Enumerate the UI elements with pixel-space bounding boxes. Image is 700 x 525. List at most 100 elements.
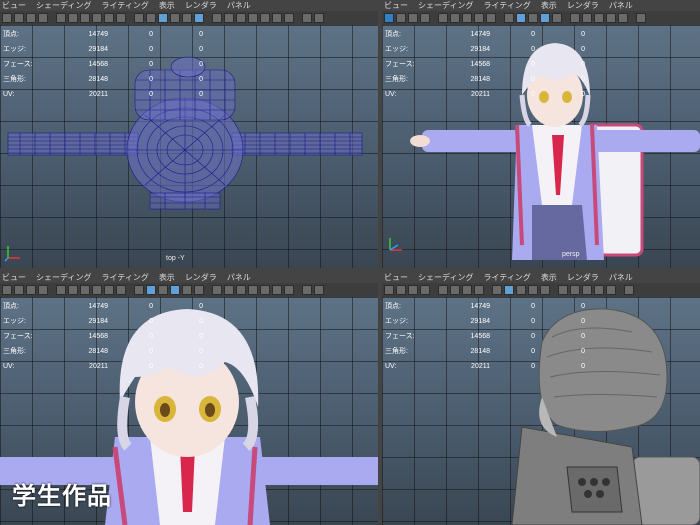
lights-icon[interactable] <box>182 285 192 295</box>
safe-action-icon[interactable] <box>116 13 126 23</box>
isolate-select-icon[interactable] <box>558 285 568 295</box>
resolution-gate-icon[interactable] <box>462 13 472 23</box>
xray-joints-icon[interactable] <box>236 285 246 295</box>
lights-icon[interactable] <box>182 13 192 23</box>
menu-show[interactable]: 表示 <box>159 0 175 11</box>
menu-panels[interactable]: パネル <box>227 272 251 283</box>
gate-mask-icon[interactable] <box>474 285 484 295</box>
ao-icon[interactable] <box>594 13 604 23</box>
gamma-icon[interactable] <box>302 285 312 295</box>
shadows-icon[interactable] <box>194 285 204 295</box>
xray-icon[interactable] <box>582 13 592 23</box>
isolate-select-icon[interactable] <box>212 285 222 295</box>
aa-icon[interactable] <box>272 13 282 23</box>
menu-renderer[interactable]: レンダラ <box>185 272 217 283</box>
gamma-icon[interactable] <box>302 13 312 23</box>
menu-panels[interactable]: パネル <box>609 272 633 283</box>
wireframe-icon[interactable] <box>504 13 514 23</box>
menu-panels[interactable]: パネル <box>227 0 251 11</box>
exposure-icon[interactable] <box>314 13 324 23</box>
camera-select-icon[interactable] <box>384 285 394 295</box>
menu-view[interactable]: ビュー <box>384 272 408 283</box>
viewport-canvas[interactable]: 頂点: 14749 0 0 エッジ: 29184 0 0 フェース: 14568 0 0 三角形:… <box>0 297 378 525</box>
menu-shading[interactable]: シェーディング <box>36 0 91 11</box>
menu-shading[interactable]: シェーディング <box>418 272 473 283</box>
gate-mask-icon[interactable] <box>474 13 484 23</box>
menu-renderer[interactable]: レンダラ <box>567 272 599 283</box>
menu-show[interactable]: 表示 <box>541 0 557 11</box>
menu-renderer[interactable]: レンダラ <box>185 0 217 11</box>
film-gate-icon[interactable] <box>68 285 78 295</box>
menu-show[interactable]: 表示 <box>541 272 557 283</box>
viewport-panel-front[interactable]: ビュー シェーディング ライティング 表示 レンダラ パネル 頂点: 14749… <box>0 272 378 525</box>
smooth-shade-icon[interactable] <box>504 285 514 295</box>
smooth-shade-icon[interactable] <box>146 285 156 295</box>
motion-blur-icon[interactable] <box>260 13 270 23</box>
film-gate-icon[interactable] <box>68 13 78 23</box>
viewport-panel-top[interactable]: ビュー シェーディング ライティング 表示 レンダラ パネル 頂点: 14749… <box>0 0 378 268</box>
wireframe-icon[interactable] <box>492 285 502 295</box>
image-plane-icon[interactable] <box>38 285 48 295</box>
lights-icon[interactable] <box>540 285 550 295</box>
menu-shading[interactable]: シェーディング <box>36 272 91 283</box>
xray-icon[interactable] <box>570 285 580 295</box>
menu-lighting[interactable]: ライティング <box>101 272 148 283</box>
grid-toggle-icon[interactable] <box>56 285 66 295</box>
viewport-canvas[interactable]: 頂点: 14749 0 0 エッジ: 29184 0 0 フェース: 14568 0 0 三角形:… <box>382 297 700 525</box>
menu-lighting[interactable]: ライティング <box>483 272 530 283</box>
field-chart-icon[interactable] <box>486 13 496 23</box>
dof-icon[interactable] <box>606 285 616 295</box>
menu-view[interactable]: ビュー <box>384 0 408 11</box>
smooth-shade-icon[interactable] <box>146 13 156 23</box>
camera-select-icon[interactable] <box>384 13 394 23</box>
xray-icon[interactable] <box>224 285 234 295</box>
viewport-canvas[interactable]: 頂点: 14749 0 0 エッジ: 29184 0 0 フェース: 14568 0 0 三角形:… <box>0 25 378 268</box>
film-gate-icon[interactable] <box>450 285 460 295</box>
aa-icon[interactable] <box>606 13 616 23</box>
textured-icon[interactable] <box>540 13 550 23</box>
isolate-select-icon[interactable] <box>570 13 580 23</box>
field-chart-icon[interactable] <box>104 285 114 295</box>
menu-view[interactable]: ビュー <box>2 0 26 11</box>
camera-attr-icon[interactable] <box>396 13 406 23</box>
resolution-gate-icon[interactable] <box>462 285 472 295</box>
resolution-gate-icon[interactable] <box>80 285 90 295</box>
grid-toggle-icon[interactable] <box>438 13 448 23</box>
gamma-icon[interactable] <box>636 13 646 23</box>
menu-view[interactable]: ビュー <box>2 272 26 283</box>
textured-icon[interactable] <box>170 285 180 295</box>
smooth-shade-icon[interactable] <box>516 13 526 23</box>
image-plane-icon[interactable] <box>420 13 430 23</box>
wireframe-on-shaded-icon[interactable] <box>158 285 168 295</box>
xray-icon[interactable] <box>224 13 234 23</box>
viewport-panel-side[interactable]: ビュー シェーディング ライティング 表示 レンダラ パネル 頂点: 14749… <box>382 272 700 525</box>
film-gate-icon[interactable] <box>450 13 460 23</box>
gamma-icon[interactable] <box>624 285 634 295</box>
bookmark-icon[interactable] <box>408 13 418 23</box>
bookmark-icon[interactable] <box>26 13 36 23</box>
lights-icon[interactable] <box>552 13 562 23</box>
camera-attr-icon[interactable] <box>14 285 24 295</box>
menu-show[interactable]: 表示 <box>159 272 175 283</box>
resolution-gate-icon[interactable] <box>80 13 90 23</box>
textured-icon[interactable] <box>170 13 180 23</box>
motion-blur-icon[interactable] <box>260 285 270 295</box>
viewport-canvas[interactable]: 頂点: 14749 0 0 エッジ: 29184 0 0 フェース: 14568 0 0 三角形:… <box>382 25 700 268</box>
exposure-icon[interactable] <box>314 285 324 295</box>
gate-mask-icon[interactable] <box>92 13 102 23</box>
menu-shading[interactable]: シェーディング <box>418 0 473 11</box>
wireframe-icon[interactable] <box>134 285 144 295</box>
dof-icon[interactable] <box>618 13 628 23</box>
wireframe-on-shaded-icon[interactable] <box>516 285 526 295</box>
field-chart-icon[interactable] <box>104 13 114 23</box>
wireframe-on-shaded-icon[interactable] <box>158 13 168 23</box>
dof-icon[interactable] <box>284 285 294 295</box>
menu-renderer[interactable]: レンダラ <box>567 0 599 11</box>
aa-icon[interactable] <box>272 285 282 295</box>
camera-attr-icon[interactable] <box>396 285 406 295</box>
grid-toggle-icon[interactable] <box>56 13 66 23</box>
image-plane-icon[interactable] <box>38 13 48 23</box>
safe-action-icon[interactable] <box>116 285 126 295</box>
ao-icon[interactable] <box>248 285 258 295</box>
xray-joints-icon[interactable] <box>236 13 246 23</box>
